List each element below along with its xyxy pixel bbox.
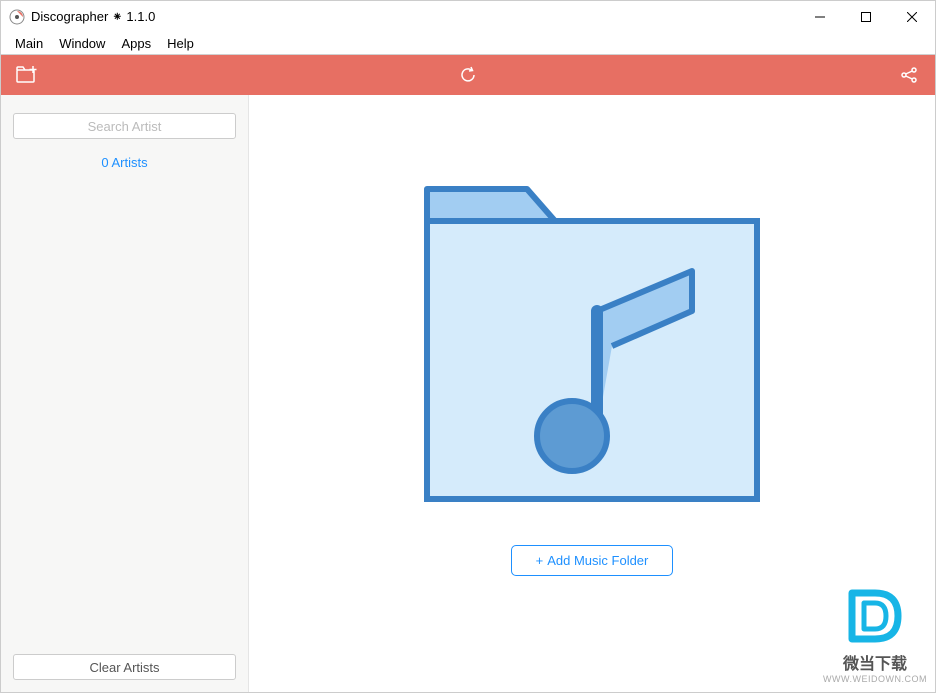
- menu-apps[interactable]: Apps: [113, 34, 159, 53]
- minimize-button[interactable]: [797, 1, 843, 33]
- add-folder-icon: [16, 66, 38, 84]
- clear-artists-button[interactable]: Clear Artists: [13, 654, 236, 680]
- music-folder-illustration: [407, 171, 777, 511]
- watermark-logo-icon: [840, 581, 910, 651]
- plus-icon: +: [536, 553, 544, 568]
- menu-main[interactable]: Main: [7, 34, 51, 53]
- maximize-button[interactable]: [843, 1, 889, 33]
- watermark-text-1: 微当下载: [823, 650, 927, 674]
- window-title: Discographer ⁕ 1.1.0: [31, 9, 155, 25]
- add-folder-toolbar-button[interactable]: [13, 61, 41, 89]
- search-artist-input[interactable]: [13, 113, 236, 139]
- artist-count-label: 0 Artists: [13, 155, 236, 170]
- share-icon: [900, 66, 918, 84]
- body: 0 Artists Clear Artists + Add Music Fold…: [1, 95, 935, 692]
- menu-window[interactable]: Window: [51, 34, 113, 53]
- window-controls: [797, 1, 935, 33]
- watermark-text-2: WWW.WEIDOWN.COM: [823, 674, 927, 684]
- close-button[interactable]: [889, 1, 935, 33]
- toolbar: [1, 55, 935, 95]
- menubar: Main Window Apps Help: [1, 33, 935, 55]
- refresh-icon: [459, 66, 477, 84]
- sidebar: 0 Artists Clear Artists: [1, 95, 249, 692]
- app-icon: [9, 9, 25, 25]
- watermark: 微当下载 WWW.WEIDOWN.COM: [823, 581, 927, 684]
- menu-help[interactable]: Help: [159, 34, 202, 53]
- add-music-folder-button[interactable]: + Add Music Folder: [511, 545, 674, 576]
- titlebar: Discographer ⁕ 1.1.0: [1, 1, 935, 33]
- share-button[interactable]: [895, 61, 923, 89]
- add-music-folder-label: Add Music Folder: [547, 553, 648, 568]
- refresh-button[interactable]: [454, 61, 482, 89]
